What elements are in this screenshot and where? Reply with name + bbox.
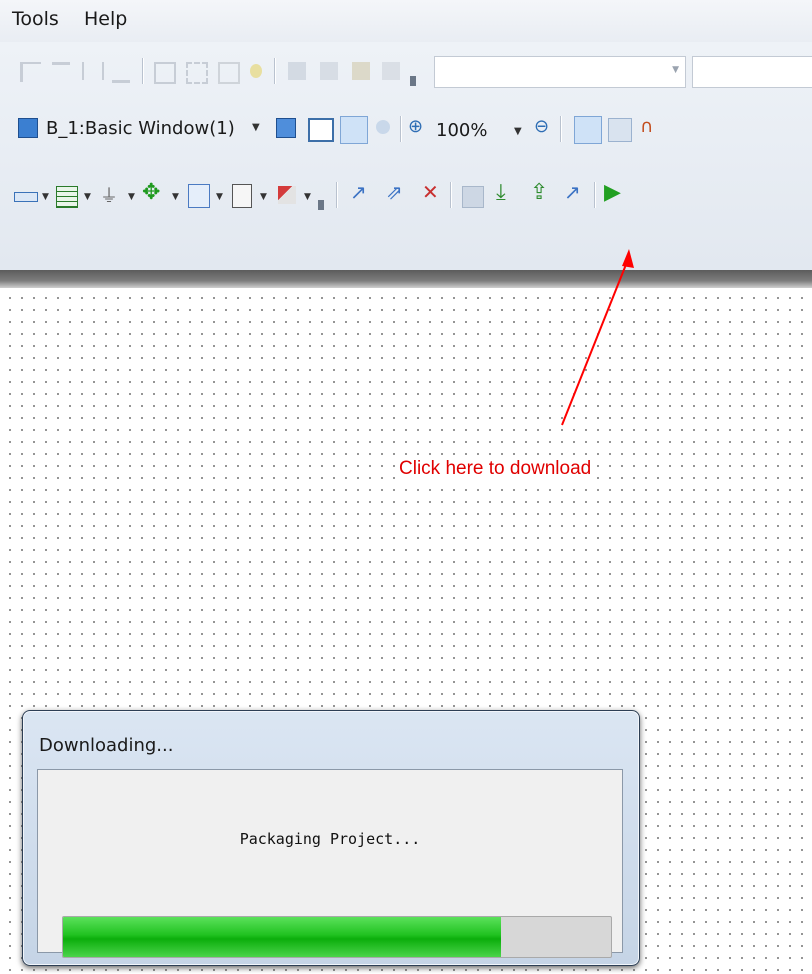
menu-bar: Tools Help — [0, 0, 812, 42]
toolbar-separator — [274, 58, 275, 84]
nudge-icon[interactable] — [250, 64, 262, 78]
status-text: Packaging Project... — [239, 830, 421, 848]
valve-icon[interactable]: ⏚ — [100, 182, 118, 208]
chevron-down-icon[interactable]: ▼ — [128, 192, 135, 202]
object-select-combo[interactable]: ▼ — [434, 56, 686, 88]
magnet-icon[interactable]: ∩ — [640, 116, 653, 137]
grid-icon[interactable] — [574, 116, 602, 144]
editor-top-border — [0, 270, 812, 288]
toolbar-separator — [142, 58, 143, 84]
window-select[interactable]: B_1:Basic Window(1) ▼ — [14, 110, 314, 146]
simulate-icon[interactable]: ↗ — [564, 180, 581, 204]
upload-icon[interactable]: ⤓ — [496, 180, 506, 205]
progress-bar — [62, 916, 612, 958]
ungroup-icon[interactable] — [186, 62, 208, 84]
window-select-label: B_1:Basic Window(1) — [46, 118, 235, 139]
dialog-title: Downloading... — [39, 735, 174, 756]
zoom-out-icon[interactable]: ⊖ — [534, 116, 549, 137]
annotation-text: Click here to download — [399, 456, 592, 482]
align-left-icon[interactable] — [20, 62, 41, 82]
chevron-down-icon[interactable]: ▼ — [252, 122, 260, 133]
group-icon[interactable] — [154, 62, 176, 84]
copy-icon[interactable] — [288, 62, 306, 80]
download-icon[interactable] — [462, 186, 484, 208]
paste-icon[interactable] — [320, 62, 338, 80]
ruler-icon[interactable] — [14, 192, 38, 202]
dialog-body: Packaging Project... — [37, 769, 623, 958]
window-view-icon[interactable] — [340, 116, 368, 144]
full-window-icon[interactable] — [308, 118, 334, 142]
run-icon[interactable]: ▶ — [604, 180, 621, 205]
align-center-icon[interactable] — [82, 62, 104, 80]
font-select-combo[interactable] — [692, 56, 812, 88]
compile-icon[interactable]: ↗ — [350, 180, 367, 204]
table-icon[interactable] — [56, 186, 78, 208]
export-icon[interactable]: ⇪ — [530, 180, 548, 205]
goto-window-icon[interactable] — [276, 118, 296, 138]
toolbar-area: ▼ B_1:Basic Window(1) ▼ ⊕ 100% ▼ ⊖ ∩ ▼ ▼… — [0, 42, 812, 270]
layer-down-icon[interactable] — [382, 62, 400, 80]
chevron-down-icon[interactable]: ▼ — [304, 192, 311, 202]
toolbar-separator — [400, 116, 401, 142]
toolbar-overflow-icon[interactable] — [410, 76, 416, 86]
progress-fill — [63, 917, 502, 957]
move-icon[interactable]: ✥ — [142, 180, 160, 205]
layer-up-icon[interactable] — [352, 62, 370, 80]
toolbar-separator — [450, 182, 451, 208]
align-top-icon[interactable] — [52, 62, 70, 83]
align-bottom-icon[interactable] — [112, 62, 130, 83]
note-icon[interactable] — [232, 184, 252, 208]
make-same-size-icon[interactable] — [218, 62, 240, 84]
component-icon[interactable] — [278, 186, 296, 204]
toolbar-row-1: ▼ — [0, 50, 812, 90]
toolbar-separator — [336, 182, 337, 208]
window-icon — [18, 118, 38, 138]
stop-compile-icon[interactable]: ✕ — [422, 180, 439, 204]
chevron-down-icon[interactable]: ▼ — [172, 192, 179, 202]
chevron-down-icon[interactable]: ▼ — [260, 192, 267, 202]
snap-icon[interactable] — [608, 118, 632, 142]
menu-tools[interactable]: Tools — [12, 8, 59, 30]
toolbar-separator — [594, 182, 595, 208]
zoom-level[interactable]: 100% — [436, 120, 487, 141]
toolbar-row-3: ▼ ▼ ⏚ ▼ ✥ ▼ ▼ ▼ ▼ ↗ ⇗ ✕ ⤓ ⇪ ↗ ▶ — [0, 178, 812, 218]
window-toggle-icon[interactable] — [376, 120, 390, 134]
menu-help[interactable]: Help — [84, 8, 127, 30]
zoom-in-icon[interactable]: ⊕ — [408, 116, 423, 137]
chevron-down-icon[interactable]: ▼ — [216, 192, 223, 202]
zoom-dropdown-icon[interactable]: ▼ — [514, 126, 522, 137]
chevron-down-icon[interactable]: ▼ — [42, 192, 49, 202]
download-dialog: Downloading... Packaging Project... — [22, 710, 640, 966]
window-object-icon[interactable] — [188, 184, 210, 208]
toolbar-separator — [560, 116, 561, 142]
compile-all-icon[interactable]: ⇗ — [386, 180, 403, 204]
chevron-down-icon[interactable]: ▼ — [84, 192, 91, 202]
toolbar-overflow-icon[interactable] — [318, 200, 324, 210]
